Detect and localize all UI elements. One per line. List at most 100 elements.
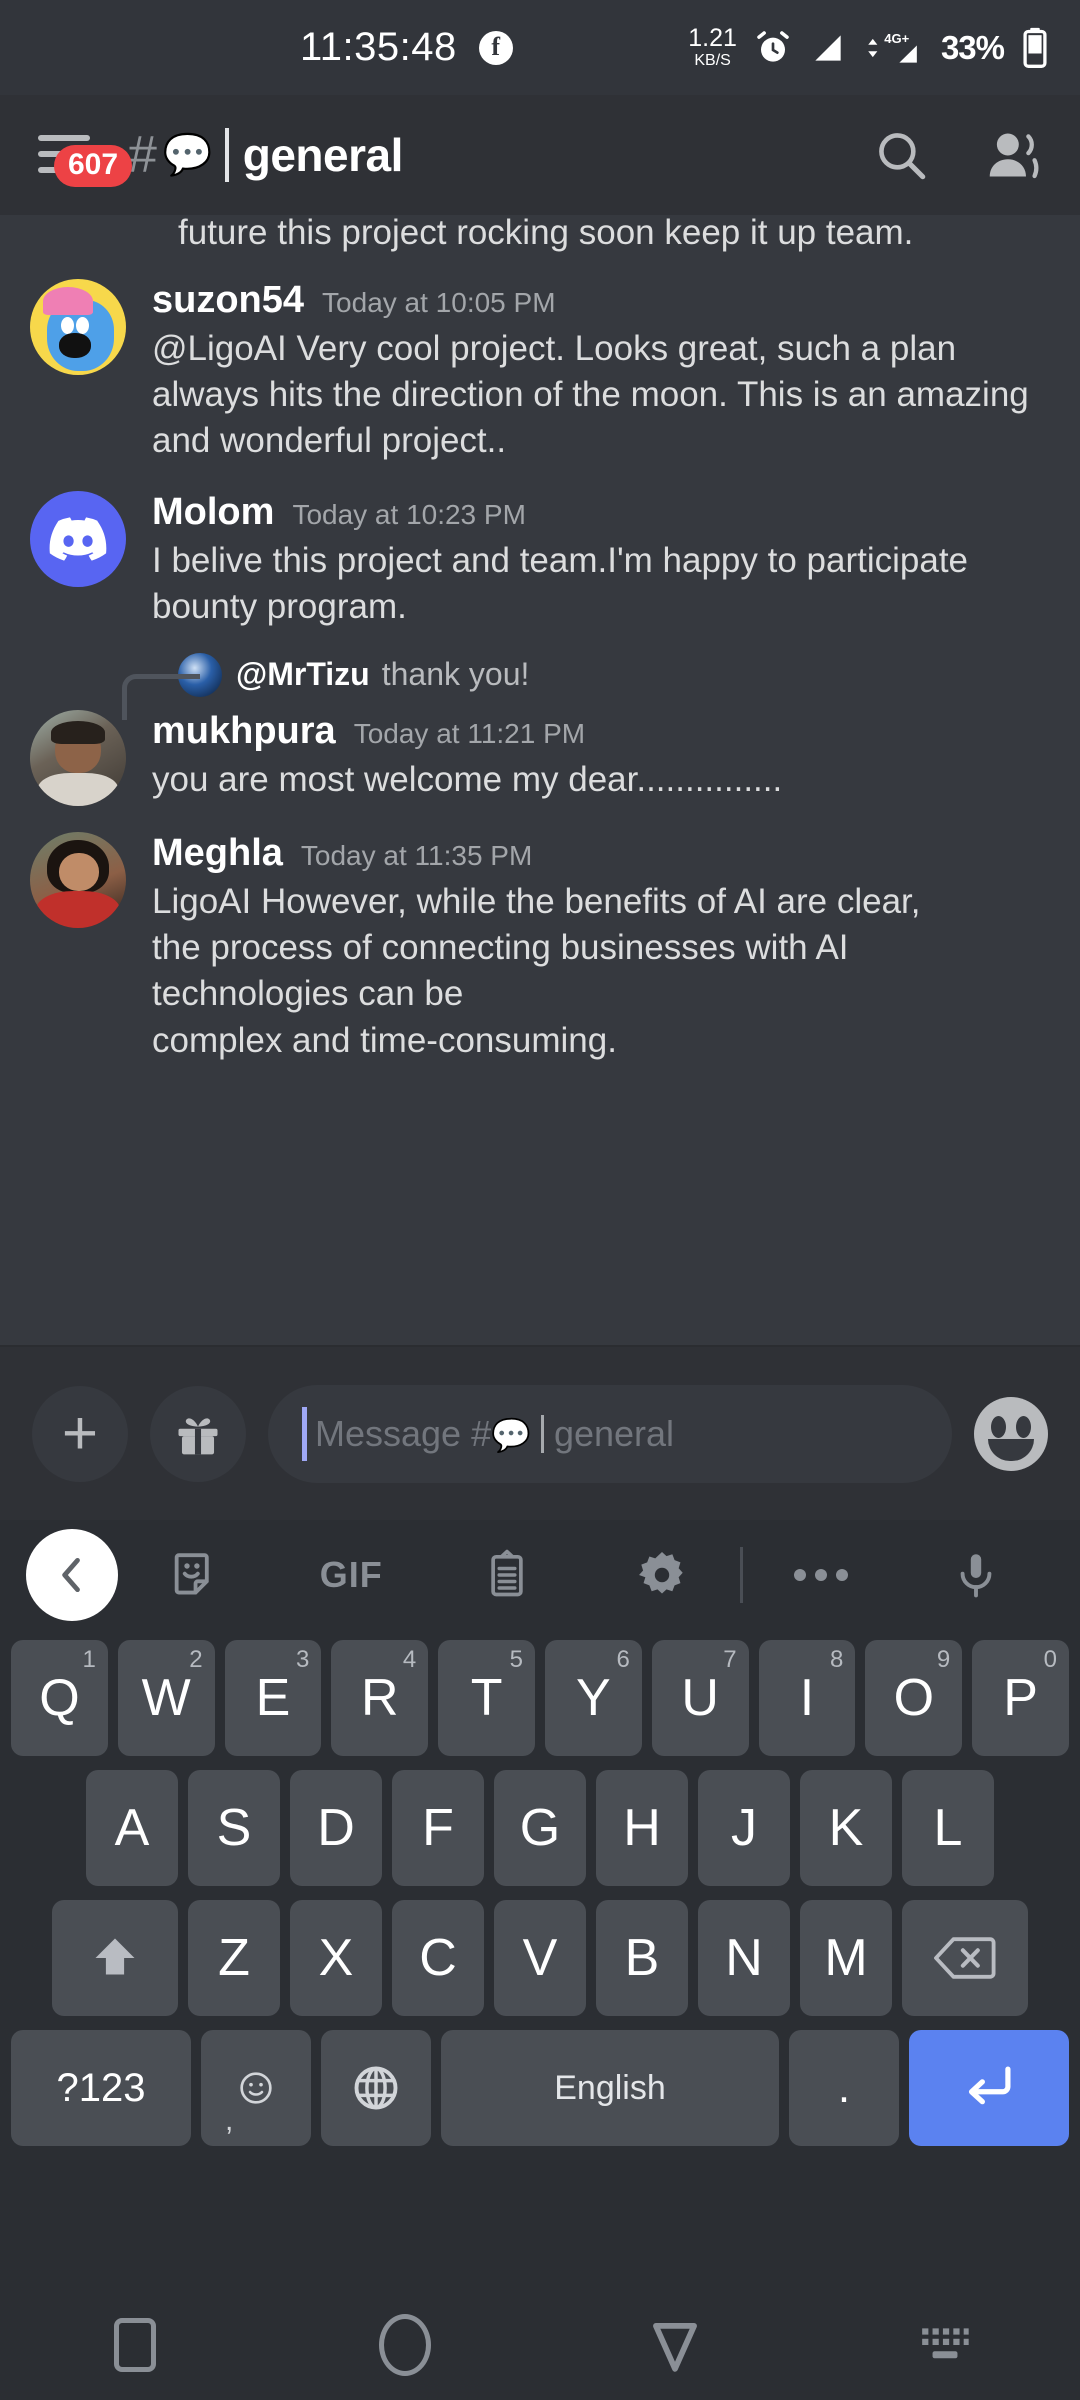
reply-row[interactable]: @MrTizu thank you! [30, 646, 1054, 720]
avatar[interactable] [30, 279, 126, 375]
members-icon[interactable] [984, 126, 1046, 184]
key-label: P [1003, 1669, 1038, 1727]
key-r[interactable]: 4R [331, 1640, 429, 1756]
message-item[interactable]: Molom Today at 10:23 PM I belive this pr… [0, 465, 1080, 630]
key-l[interactable]: L [902, 1770, 994, 1886]
message-body: Meghla Today at 11:35 PM LigoAI However,… [152, 832, 1054, 1064]
search-icon[interactable] [872, 126, 930, 184]
hide-keyboard-button[interactable] [810, 2323, 1080, 2367]
message-author[interactable]: suzon54 [152, 279, 304, 322]
key-j[interactable]: J [698, 1770, 790, 1886]
gear-icon [639, 1552, 683, 1594]
message-text: @LigoAI Very cool project. Looks great, … [152, 329, 1029, 461]
key-s[interactable]: S [188, 1770, 280, 1886]
key-b[interactable]: B [596, 1900, 688, 2016]
sticker-button[interactable] [118, 1548, 274, 1602]
status-bar-right: 1.21 KB/S 4G+ 33% [688, 26, 1050, 70]
avatar[interactable] [30, 709, 126, 806]
globe-icon [354, 2066, 398, 2110]
message-author[interactable]: Meghla [152, 832, 283, 875]
key-number: 7 [723, 1646, 737, 1673]
backspace-key[interactable] [902, 1900, 1028, 2016]
nav-back-button[interactable] [540, 2314, 810, 2376]
key-x[interactable]: X [290, 1900, 382, 2016]
key-m[interactable]: M [800, 1900, 892, 2016]
language-key[interactable] [321, 2030, 431, 2146]
key-w[interactable]: 2W [117, 1640, 215, 1756]
nav-recents-button[interactable] [0, 2318, 270, 2372]
gift-icon [178, 1417, 218, 1454]
key-v[interactable]: V [494, 1900, 586, 2016]
message-body: mukhpura Today at 11:21 PM you are most … [152, 710, 1054, 806]
message-list[interactable]: future this project rocking soon keep it… [0, 215, 1080, 1345]
key-i[interactable]: 8I [758, 1640, 856, 1756]
comma-label: , [225, 2104, 234, 2137]
emoji-key-icon [240, 2072, 272, 2104]
status-bar-left: 11:35:48 [300, 25, 513, 70]
gift-button[interactable] [150, 1385, 246, 1482]
keyboard-row-3: Z X C V B N M [6, 1900, 1074, 2016]
key-d[interactable]: D [290, 1770, 382, 1886]
menu-bar-1 [38, 135, 90, 141]
key-u[interactable]: 7U [651, 1640, 749, 1756]
key-e[interactable]: 3E [224, 1640, 322, 1756]
key-number: 2 [189, 1646, 203, 1673]
add-attachment-button[interactable]: + [32, 1385, 128, 1482]
symbols-key[interactable]: ?123 [11, 2030, 191, 2146]
message-input-bar: + Message #💬 general [0, 1345, 1080, 1520]
on-screen-keyboard[interactable]: 1Q 2W 3E 4R 5T 6Y 7U 8I 9O 0P A S D F G … [0, 1630, 1080, 2290]
key-label: I [799, 1669, 815, 1727]
key-a[interactable]: A [86, 1770, 178, 1886]
header-divider [224, 128, 229, 182]
key-number: 1 [82, 1646, 96, 1673]
key-o[interactable]: 9O [865, 1640, 963, 1756]
nav-home-button[interactable] [270, 2314, 540, 2376]
period-key[interactable]: . [789, 2030, 899, 2146]
message-text: LigoAI However, while the benefits of AI… [152, 881, 921, 1060]
avatar[interactable] [30, 490, 126, 587]
signal-icon [815, 34, 841, 61]
spacebar-key[interactable]: English [441, 2030, 779, 2146]
network-speed-value: 1.21 [688, 24, 737, 52]
message-author[interactable]: Molom [152, 491, 274, 534]
message-header: Molom Today at 10:23 PM [152, 491, 1054, 534]
key-k[interactable]: K [800, 1770, 892, 1886]
microphone-icon [960, 1554, 992, 1598]
key-n[interactable]: N [698, 1900, 790, 2016]
chevron-left-icon [62, 1557, 80, 1593]
keyboard-back-button[interactable] [26, 1529, 118, 1621]
key-label: Y [576, 1669, 611, 1727]
emoji-key[interactable]: , [201, 2030, 311, 2146]
avatar[interactable] [30, 831, 126, 928]
key-t[interactable]: 5T [438, 1640, 535, 1756]
clipboard-button[interactable] [429, 1549, 585, 1601]
message-input-field[interactable]: Message #💬 general [268, 1384, 952, 1483]
keyboard-settings-button[interactable] [585, 1548, 741, 1602]
keyboard-row-4: ?123 , English . [6, 2030, 1074, 2150]
emoji-picker-button[interactable] [974, 1396, 1048, 1471]
key-label: R [361, 1669, 399, 1727]
key-c[interactable]: C [392, 1900, 484, 2016]
message-item[interactable]: Meghla Today at 11:35 PM LigoAI However,… [0, 806, 1080, 1064]
gif-button[interactable]: GIF [274, 1554, 430, 1596]
key-y[interactable]: 6Y [545, 1640, 642, 1756]
menu-button[interactable]: 607 [34, 125, 133, 187]
avatar-art [58, 853, 100, 892]
reply-reference[interactable]: @MrTizu thank you! [0, 630, 1080, 720]
voice-input-button[interactable] [899, 1549, 1055, 1601]
key-f[interactable]: F [392, 1770, 484, 1886]
enter-key[interactable] [909, 2030, 1069, 2146]
key-p[interactable]: 0P [972, 1640, 1069, 1756]
key-g[interactable]: G [494, 1770, 586, 1886]
key-h[interactable]: H [596, 1770, 688, 1886]
key-z[interactable]: Z [188, 1900, 280, 2016]
shift-key[interactable] [52, 1900, 178, 2016]
reply-spine [122, 673, 200, 720]
placeholder-prefix: Message # [315, 1412, 492, 1454]
reply-author[interactable]: @MrTizu [236, 656, 370, 693]
more-options-button[interactable] [743, 1569, 899, 1581]
message-timestamp: Today at 10:05 PM [322, 287, 556, 318]
message-timestamp: Today at 11:35 PM [300, 839, 533, 871]
message-item[interactable]: suzon54 Today at 10:05 PM @LigoAI Very c… [0, 253, 1080, 465]
key-q[interactable]: 1Q [11, 1640, 108, 1756]
